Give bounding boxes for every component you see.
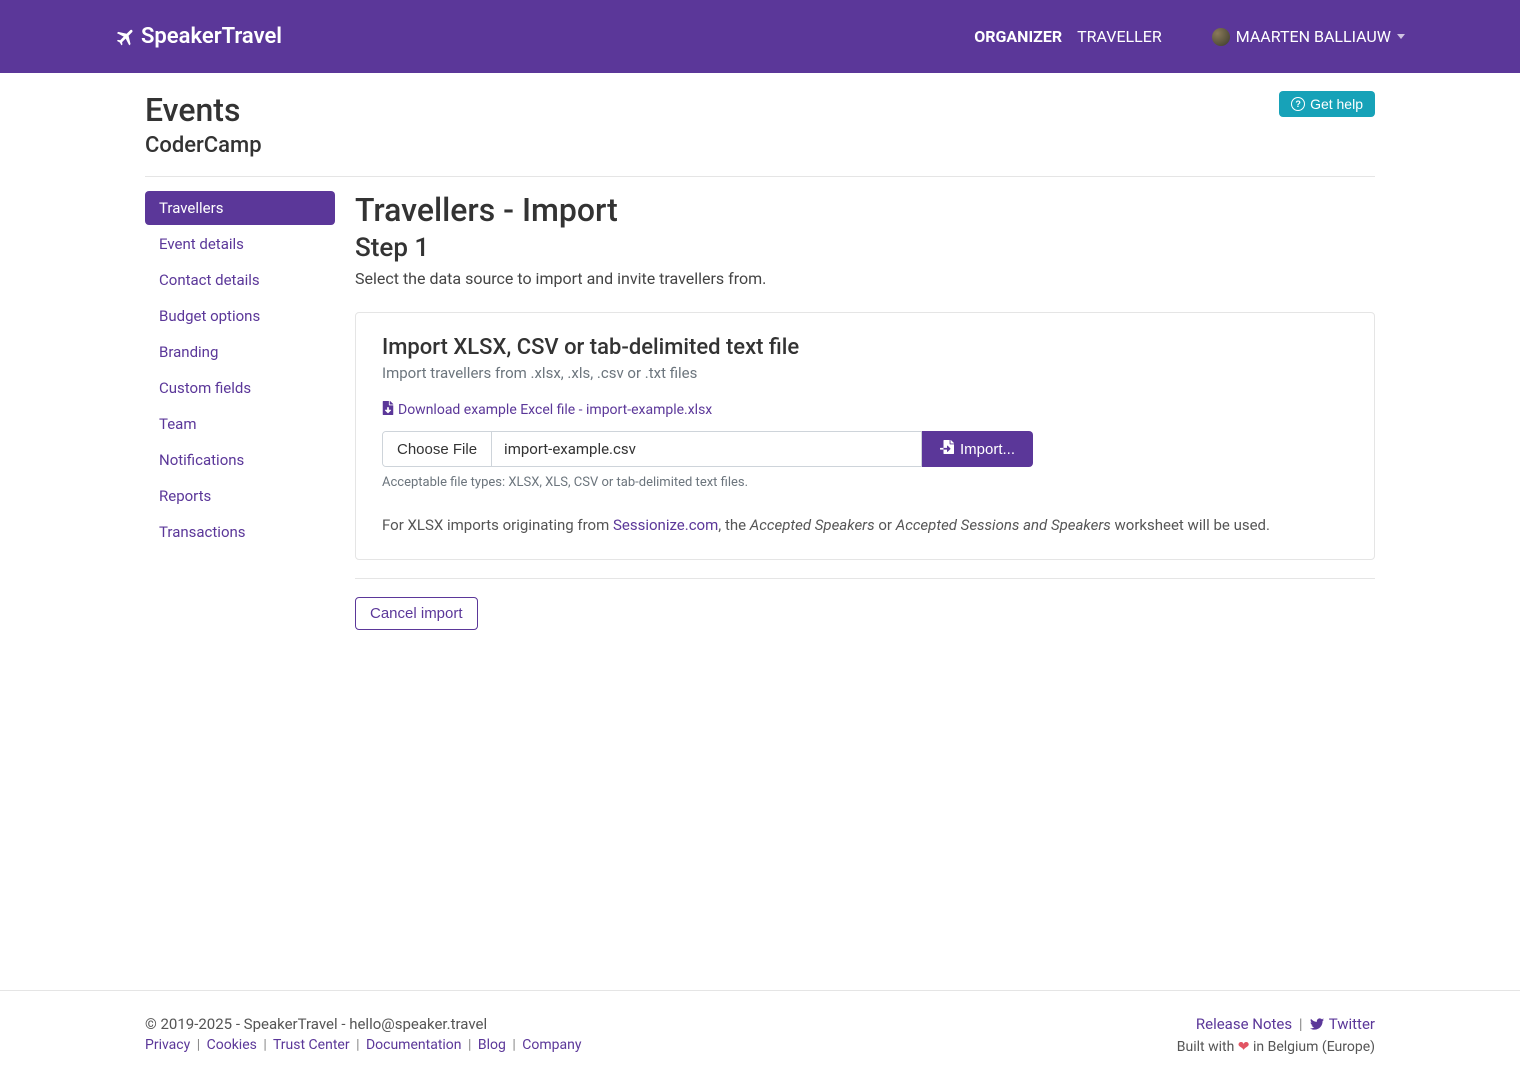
- main-content: Travellers - Import Step 1 Select the da…: [355, 191, 1375, 630]
- card-subtitle: Import travellers from .xlsx, .xls, .csv…: [382, 364, 1348, 382]
- sidebar-item-branding[interactable]: Branding: [145, 335, 335, 369]
- footer: © 2019-2025 - SpeakerTravel - hello@spea…: [0, 990, 1520, 1085]
- download-example-link[interactable]: Download example Excel file - import-exa…: [382, 401, 712, 419]
- nav-organizer[interactable]: ORGANIZER: [974, 19, 1062, 54]
- sessionize-link[interactable]: Sessionize.com: [613, 516, 718, 534]
- info-mid2: or: [875, 516, 896, 534]
- get-help-button[interactable]: ? Get help: [1279, 91, 1375, 117]
- page-subtitle: CoderCamp: [145, 133, 262, 158]
- footer-link-trust-center[interactable]: Trust Center: [273, 1037, 350, 1053]
- file-download-icon: [382, 401, 394, 419]
- cancel-import-button[interactable]: Cancel import: [355, 597, 478, 630]
- copyright-text: © 2019-2025 - SpeakerTravel - hello@spea…: [145, 1015, 582, 1033]
- sidebar-item-transactions[interactable]: Transactions: [145, 515, 335, 549]
- user-name: MAARTEN BALLIAUW: [1236, 27, 1391, 46]
- sidebar-item-custom-fields[interactable]: Custom fields: [145, 371, 335, 405]
- release-notes-link[interactable]: Release Notes: [1196, 1015, 1292, 1033]
- info-em2: Accepted Sessions and Speakers: [896, 516, 1111, 534]
- main-heading: Travellers - Import: [355, 191, 1375, 229]
- help-icon: ?: [1291, 97, 1305, 111]
- twitter-link[interactable]: Twitter: [1329, 1015, 1375, 1033]
- brand-logo[interactable]: SpeakerTravel: [115, 24, 282, 49]
- footer-link-cookies[interactable]: Cookies: [207, 1037, 257, 1053]
- footer-link-company[interactable]: Company: [522, 1037, 581, 1053]
- download-link-text: Download example Excel file - import-exa…: [398, 402, 712, 418]
- footer-link-blog[interactable]: Blog: [478, 1037, 506, 1053]
- navbar: SpeakerTravel ORGANIZER TRAVELLER MAARTE…: [0, 0, 1520, 73]
- separator: |: [197, 1037, 200, 1053]
- nav-links: ORGANIZER TRAVELLER: [974, 19, 1162, 54]
- avatar: [1212, 28, 1230, 46]
- heart-icon: ❤: [1238, 1039, 1250, 1055]
- info-em1: Accepted Speakers: [750, 516, 875, 534]
- sidebar-item-event-details[interactable]: Event details: [145, 227, 335, 261]
- sidebar-item-budget-options[interactable]: Budget options: [145, 299, 335, 333]
- separator: |: [512, 1037, 515, 1053]
- plane-icon: [115, 26, 137, 48]
- import-button-label: Import...: [960, 441, 1015, 458]
- file-name-display: import-example.csv: [492, 432, 921, 466]
- user-menu[interactable]: MAARTEN BALLIAUW: [1212, 27, 1405, 46]
- card-title: Import XLSX, CSV or tab-delimited text f…: [382, 335, 1348, 360]
- import-card: Import XLSX, CSV or tab-delimited text f…: [355, 312, 1375, 560]
- separator: |: [1299, 1015, 1303, 1033]
- step-label: Step 1: [355, 233, 1375, 263]
- separator: |: [356, 1037, 359, 1053]
- info-prefix: For XLSX imports originating from: [382, 516, 613, 534]
- footer-link-documentation[interactable]: Documentation: [366, 1037, 462, 1053]
- page-title: Events: [145, 91, 262, 129]
- sidebar-item-notifications[interactable]: Notifications: [145, 443, 335, 477]
- brand-text: SpeakerTravel: [141, 24, 282, 49]
- info-mid1: , the: [718, 516, 750, 534]
- help-button-label: Get help: [1310, 96, 1363, 112]
- section-divider: [355, 578, 1375, 579]
- nav-traveller[interactable]: TRAVELLER: [1077, 19, 1162, 54]
- footer-link-privacy[interactable]: Privacy: [145, 1037, 190, 1053]
- twitter-icon: [1309, 1017, 1325, 1035]
- info-paragraph: For XLSX imports originating from Sessio…: [382, 514, 1348, 537]
- file-input-row: Choose File import-example.csv Import...: [382, 431, 1348, 467]
- sidebar-item-reports[interactable]: Reports: [145, 479, 335, 513]
- footer-tagline: Built with ❤ in Belgium (Europe): [1177, 1039, 1375, 1055]
- sidebar-item-travellers[interactable]: Travellers: [145, 191, 335, 225]
- sidebar-item-contact-details[interactable]: Contact details: [145, 263, 335, 297]
- file-import-icon: [940, 440, 954, 458]
- chevron-down-icon: [1397, 34, 1405, 39]
- sidebar: Travellers Event details Contact details…: [145, 191, 335, 630]
- acceptable-types-text: Acceptable file types: XLSX, XLS, CSV or…: [382, 475, 1348, 490]
- info-suffix: worksheet will be used.: [1111, 516, 1270, 534]
- tagline-suffix: in Belgium (Europe): [1250, 1039, 1375, 1055]
- page-header: Events CoderCamp ? Get help: [145, 73, 1375, 158]
- import-button[interactable]: Import...: [922, 431, 1033, 467]
- separator: |: [263, 1037, 266, 1053]
- footer-links: Privacy | Cookies | Trust Center | Docum…: [145, 1037, 582, 1053]
- divider: [145, 176, 1375, 177]
- separator: |: [468, 1037, 471, 1053]
- sidebar-item-team[interactable]: Team: [145, 407, 335, 441]
- tagline-prefix: Built with: [1177, 1039, 1238, 1055]
- step-description: Select the data source to import and inv…: [355, 269, 1375, 288]
- choose-file-button[interactable]: Choose File: [383, 432, 492, 466]
